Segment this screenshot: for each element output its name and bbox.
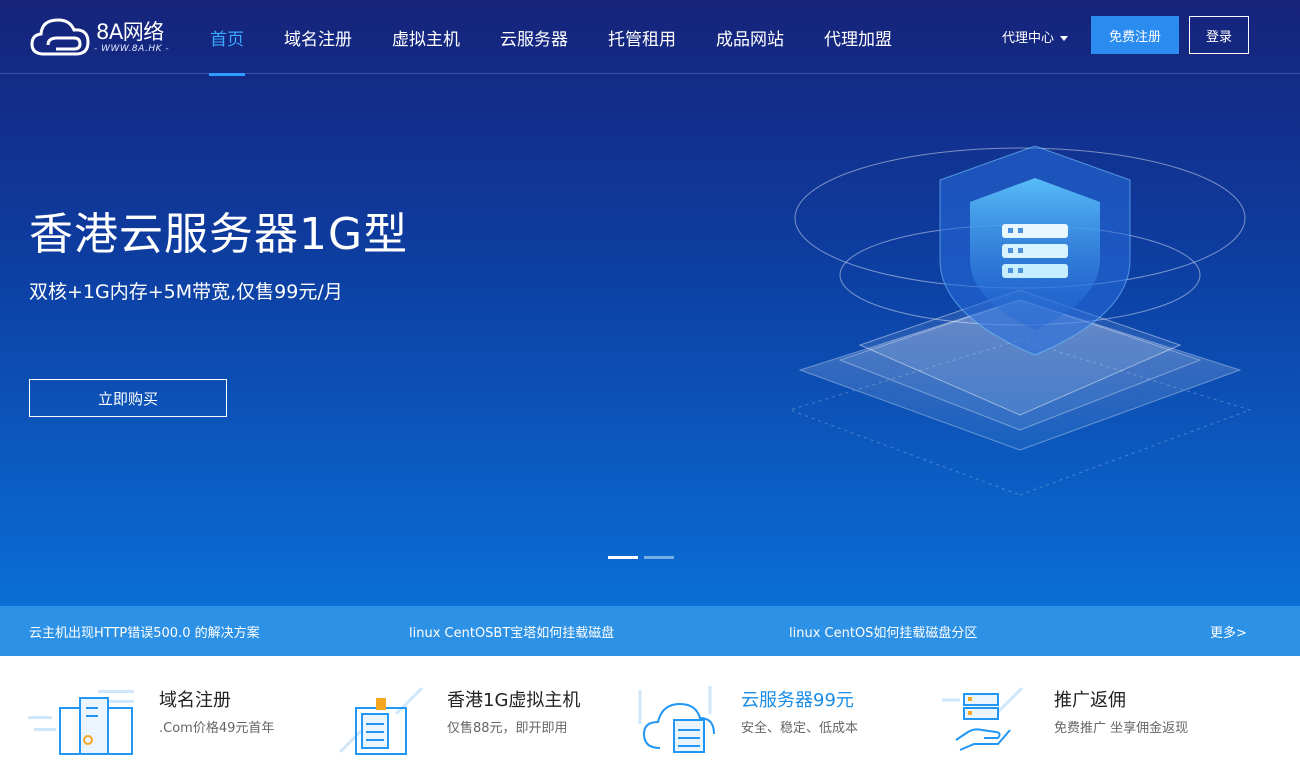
hero-title: 香港云服务器1G型	[29, 209, 409, 260]
feature-title: 推广返佣	[1054, 690, 1126, 711]
agent-center-dropdown[interactable]: 代理中心	[1002, 27, 1069, 46]
nav-cloud-server[interactable]: 云服务器	[480, 0, 588, 74]
brand-domain: - WWW.8A.HK -	[94, 44, 170, 54]
feature-title: 香港1G虚拟主机	[447, 690, 581, 711]
nav-home[interactable]: 首页	[190, 0, 264, 76]
carousel-dot-2[interactable]	[644, 556, 674, 559]
feature-title: 域名注册	[159, 690, 231, 711]
register-button[interactable]: 免费注册	[1091, 16, 1179, 54]
feature-title: 云服务器99元	[741, 690, 854, 711]
main-nav: 首页 域名注册 虚拟主机 云服务器 托管租用 成品网站 代理加盟	[190, 0, 912, 76]
nav-domain[interactable]: 域名注册	[264, 0, 372, 74]
news-bar: 云主机出现HTTP错误500.0 的解决方案 linux CentOSBT宝塔如…	[0, 606, 1300, 656]
hero-subtitle: 双核+1G内存+5M带宽,仅售99元/月	[29, 281, 343, 303]
feature-desc: .Com价格49元首年	[159, 721, 275, 736]
feature-desc: 安全、稳定、低成本	[741, 721, 859, 736]
hero-banner: 8A网络 - WWW.8A.HK - 首页 域名注册 虚拟主机 云服务器 托管租…	[0, 0, 1300, 606]
agent-center-label: 代理中心	[1002, 31, 1055, 46]
feature-cloud-server[interactable]: 云服务器99元 安全、稳定、低成本	[636, 656, 926, 772]
server-rack-icon	[338, 686, 424, 755]
buy-now-button[interactable]: 立即购买	[29, 379, 227, 417]
news-link-2[interactable]: linux CentOSBT宝塔如何挂载磁盘	[409, 622, 614, 641]
nav-agent[interactable]: 代理加盟	[804, 0, 912, 74]
shield-server-illustration	[788, 145, 1252, 496]
login-button[interactable]: 登录	[1189, 16, 1249, 54]
brand-logo[interactable]: 8A网络 - WWW.8A.HK -	[30, 14, 190, 60]
feature-referral[interactable]: 推广返佣 免费推广 坐享佣金返现	[940, 656, 1240, 772]
news-link-3[interactable]: linux CentOS如何挂载磁盘分区	[789, 622, 977, 641]
domain-building-icon	[28, 690, 134, 755]
nav-virtual-host[interactable]: 虚拟主机	[372, 0, 480, 74]
feature-desc: 免费推广 坐享佣金返现	[1054, 721, 1189, 736]
top-header: 8A网络 - WWW.8A.HK - 首页 域名注册 虚拟主机 云服务器 托管租…	[0, 0, 1300, 76]
carousel-dot-1[interactable]	[608, 556, 638, 559]
nav-hosting[interactable]: 托管租用	[588, 0, 696, 74]
feature-domain[interactable]: 域名注册 .Com价格49元首年	[28, 656, 318, 772]
cloud-server-icon	[638, 686, 715, 753]
feature-row: 域名注册 .Com价格49元首年 香港1G虚拟主机 仅售88元，即开即用 云服务…	[0, 656, 1300, 772]
feature-desc: 仅售88元，即开即用	[447, 721, 568, 736]
brand-name: 8A网络	[96, 20, 164, 44]
cloud-logo-icon	[30, 18, 90, 56]
news-more-link[interactable]: 更多>	[1210, 622, 1247, 641]
nav-websites[interactable]: 成品网站	[696, 0, 804, 74]
carousel-dots	[608, 556, 674, 559]
feature-virtual-host[interactable]: 香港1G虚拟主机 仅售88元，即开即用	[336, 656, 626, 772]
news-link-1[interactable]: 云主机出现HTTP错误500.0 的解决方案	[29, 622, 260, 641]
caret-down-icon	[1060, 36, 1069, 41]
hand-server-icon	[942, 686, 1024, 751]
